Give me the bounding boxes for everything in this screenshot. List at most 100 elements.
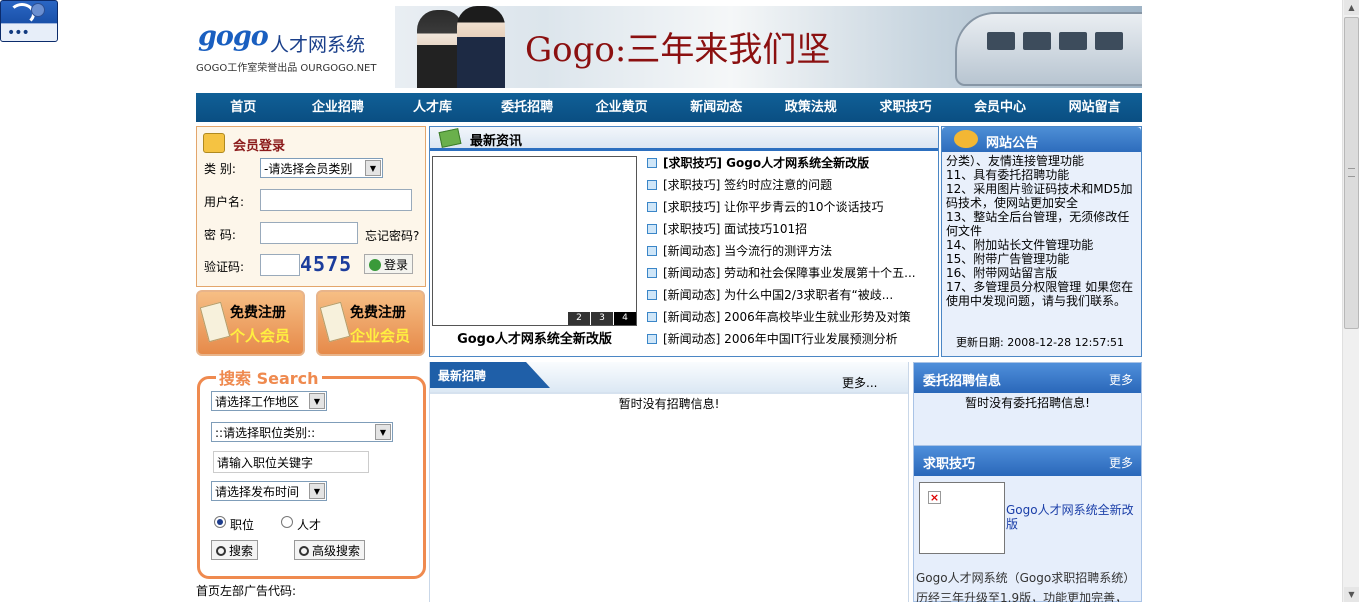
nav-policy[interactable]: 政策法规: [764, 93, 859, 122]
radio-talent[interactable]: [281, 516, 293, 528]
slide-page-2[interactable]: 2: [568, 312, 590, 325]
news-item[interactable]: [求职技巧] Gogo人才网系统全新改版: [647, 152, 932, 174]
broken-image-icon: ×: [928, 491, 941, 504]
job-tips-title: 求职技巧: [923, 457, 976, 472]
left-ad-code-label: 首页左部广告代码:: [196, 584, 297, 598]
news-item[interactable]: [新闻动态] 2006年中国IT行业发展预测分析: [647, 328, 932, 350]
latest-jobs-more-link[interactable]: 更多...: [842, 374, 877, 391]
nav-news[interactable]: 新闻动态: [669, 93, 764, 122]
entrust-jobs-more-link[interactable]: 更多: [1109, 371, 1133, 388]
slide-page-4[interactable]: 4: [614, 312, 636, 325]
slide-page-3[interactable]: 3: [591, 312, 613, 325]
work-area-select[interactable]: 请选择工作地区 ▼: [211, 391, 327, 411]
scroll-down-icon[interactable]: ▼: [1344, 587, 1359, 602]
doc-icon: [647, 180, 657, 190]
notice-update-date: 更新日期: 2008-12-28 12:57:51: [956, 336, 1125, 349]
doc-icon: [647, 224, 657, 234]
news-list: [求职技巧] Gogo人才网系统全新改版 [求职技巧] 签约时应注意的问题 [求…: [647, 152, 932, 350]
latest-jobs-title: 最新招聘: [438, 369, 487, 383]
username-input[interactable]: [260, 189, 412, 211]
captcha-input[interactable]: [260, 254, 300, 276]
desktop-app-icon[interactable]: •••: [0, 0, 58, 42]
nav-company-jobs[interactable]: 企业招聘: [291, 93, 386, 122]
tips-thumbnail[interactable]: ×: [919, 482, 1005, 554]
nav-entrust-jobs[interactable]: 委托招聘: [480, 93, 575, 122]
logo-brand: gogo: [198, 21, 269, 52]
site-notice-panel: 网站公告 分类）、友情连接管理功能 11、具有委托招聘功能 12、采用图片验证码…: [941, 126, 1142, 357]
nav-member-center[interactable]: 会员中心: [953, 93, 1048, 122]
news-item[interactable]: [求职技巧] 让你平步青云的10个谈话技巧: [647, 196, 932, 218]
job-category-select[interactable]: ::请选择职位类别:: ▼: [211, 422, 393, 442]
scroll-up-icon[interactable]: ▲: [1344, 0, 1359, 15]
header-banner: Gogo:三年来我们坚: [395, 6, 1142, 88]
news-item[interactable]: [新闻动态] 2006年高校毕业生就业形势及对策: [647, 306, 932, 328]
register-company-button[interactable]: 免费注册 企业会员: [316, 290, 425, 356]
scrollbar-thumb[interactable]: [1344, 17, 1359, 329]
captcha-image[interactable]: 4575: [300, 252, 352, 276]
nav-guestbook[interactable]: 网站留言: [1047, 93, 1142, 122]
radio-job[interactable]: [214, 516, 226, 528]
job-tips-more-link[interactable]: 更多: [1109, 454, 1133, 471]
document-pen-icon: [199, 301, 231, 343]
news-item[interactable]: [新闻动态] 为什么中国2/3求职者有“被歧...: [647, 284, 932, 306]
news-slideshow[interactable]: 2 3 4: [432, 156, 637, 326]
banner-train-image: [955, 12, 1142, 86]
dropdown-arrow-icon: ▼: [309, 393, 325, 409]
radio-job-label: 职位: [230, 518, 255, 532]
username-label: 用户名:: [204, 195, 245, 209]
news-item[interactable]: [求职技巧] 签约时应注意的问题: [647, 174, 932, 196]
login-title: 会员登录: [233, 139, 286, 154]
dropdown-arrow-icon: ▼: [309, 483, 325, 499]
site-logo[interactable]: gogo 人才网系统 GOGO工作室荣誉出品 OURGOGO.NET: [196, 6, 394, 88]
site-notice-title: 网站公告: [986, 136, 1039, 151]
doc-icon: [647, 268, 657, 278]
radio-talent-label: 人才: [297, 518, 322, 532]
banner-slogan: Gogo:三年来我们坚: [525, 30, 831, 70]
entrust-jobs-empty: 暂时没有委托招聘信息!: [965, 396, 1090, 410]
news-item[interactable]: [求职技巧] 面试技巧101招: [647, 218, 932, 240]
vertical-scrollbar[interactable]: ▲ ▼: [1342, 0, 1359, 602]
notice-body: 分类）、友情连接管理功能 11、具有委托招聘功能 12、采用图片验证码技术和MD…: [946, 154, 1134, 308]
doc-icon: [647, 312, 657, 322]
entrust-jobs-title: 委托招聘信息: [923, 374, 1002, 389]
latest-news-title: 最新资讯: [470, 134, 523, 149]
member-login-icon: [203, 133, 225, 153]
advanced-search-button[interactable]: 高级搜索: [294, 540, 366, 560]
slideshow-caption[interactable]: Gogo人才网系统全新改版: [432, 328, 637, 347]
nav-home[interactable]: 首页: [196, 93, 291, 122]
search-button[interactable]: 搜索: [211, 540, 259, 560]
logo-subtitle: GOGO工作室荣誉出品 OURGOGO.NET: [196, 63, 377, 74]
register-personal-button[interactable]: 免费注册 个人会员: [196, 290, 305, 356]
document-pen-icon: [319, 301, 351, 343]
captcha-label: 验证码:: [204, 260, 245, 274]
megaphone-icon: [954, 130, 978, 148]
logo-title: 人才网系统: [270, 34, 366, 56]
doc-icon: [647, 246, 657, 256]
nav-job-tips[interactable]: 求职技巧: [858, 93, 953, 122]
banner-person-man: [457, 6, 505, 88]
login-button[interactable]: 登录: [364, 254, 414, 274]
tips-article-link[interactable]: Gogo人才网系统全新改版: [1006, 503, 1134, 531]
news-item[interactable]: [新闻动态] 当今流行的测评方法: [647, 240, 932, 262]
search-icon: [216, 546, 226, 556]
keyword-input[interactable]: 请输入职位关键字: [213, 451, 369, 473]
forgot-password-link[interactable]: 忘记密码?: [365, 227, 419, 244]
dropdown-arrow-icon: ▼: [375, 424, 391, 440]
member-type-label: 类 别:: [204, 162, 236, 176]
doc-icon: [647, 290, 657, 300]
doc-icon: [647, 158, 657, 168]
dropdown-arrow-icon: ▼: [365, 160, 381, 176]
member-type-select[interactable]: -请选择会员类别 ▼: [260, 158, 383, 178]
publish-time-select[interactable]: 请选择发布时间 ▼: [211, 481, 327, 501]
search-icon: [299, 546, 309, 556]
news-item[interactable]: [新闻动态] 劳动和社会保障事业发展第十个五...: [647, 262, 932, 284]
nav-talent-pool[interactable]: 人才库: [385, 93, 480, 122]
entrust-jobs-panel: 委托招聘信息 更多 暂时没有委托招聘信息!: [913, 362, 1142, 446]
nav-yellow-pages[interactable]: 企业黄页: [574, 93, 669, 122]
doc-icon: [647, 202, 657, 212]
book-icon: [438, 128, 462, 148]
doc-icon: [647, 334, 657, 344]
password-label: 密 码:: [204, 228, 236, 242]
tips-description: Gogo人才网系统（Gogo求职招聘系统）历经三年升级至1.9版，功能更加完善，…: [916, 571, 1136, 602]
password-input[interactable]: [260, 222, 358, 244]
